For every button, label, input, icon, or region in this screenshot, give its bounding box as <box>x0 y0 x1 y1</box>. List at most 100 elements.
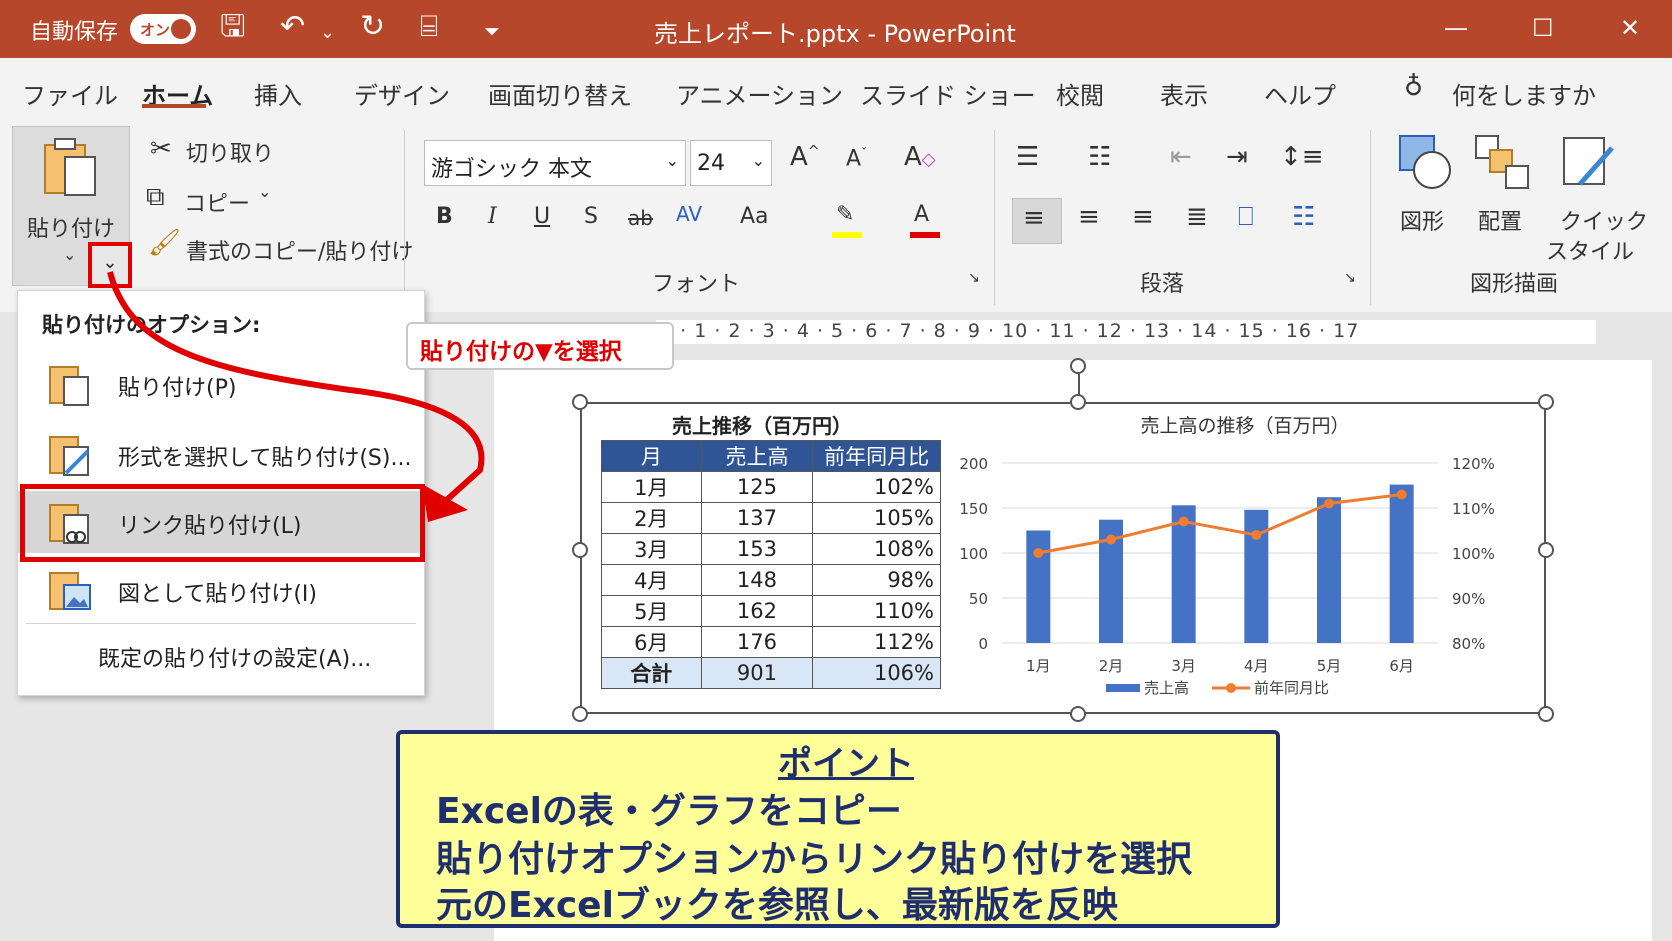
tab-transitions[interactable]: 画面切り替え <box>488 76 632 111</box>
align-right-icon[interactable]: ≡ <box>1132 202 1154 232</box>
autosave-toggle-label: オン <box>140 21 171 39</box>
close-icon[interactable]: ✕ <box>1620 14 1640 42</box>
chevron-down-icon: ⌄ <box>63 245 77 264</box>
copy-button[interactable]: コピー <box>184 186 250 218</box>
bold-icon[interactable]: B <box>436 204 453 229</box>
strikethrough-icon[interactable]: ab <box>628 206 653 230</box>
decrease-indent-icon[interactable]: ⇤ <box>1170 142 1192 172</box>
rotate-handle[interactable] <box>1070 358 1086 374</box>
resize-handle[interactable] <box>1538 706 1554 722</box>
font-size-value: 24 <box>697 151 725 176</box>
table-cell: 5月 <box>601 595 702 627</box>
y2-axis-tick-label: 120% <box>1452 455 1495 473</box>
line-spacing-icon[interactable]: ↕≡ <box>1280 142 1324 172</box>
scissors-icon[interactable]: ✂ <box>150 134 172 164</box>
underline-icon[interactable]: U <box>534 204 550 229</box>
maximize-icon[interactable]: ☐ <box>1532 14 1554 42</box>
customize-qat-icon[interactable]: ⏷ <box>484 14 500 48</box>
redo-icon[interactable]: ↻ <box>360 10 385 44</box>
paste-label: 貼り付け <box>27 217 116 242</box>
format-painter-button[interactable]: 書式のコピー/貼り付け <box>186 234 413 266</box>
present-icon[interactable]: ⌸ <box>420 10 438 44</box>
undo-icon[interactable]: ↶ <box>280 10 305 44</box>
highlight-color-icon[interactable]: ✎ <box>836 202 854 227</box>
font-name-value: 游ゴシック 本文 <box>431 157 592 182</box>
resize-handle[interactable] <box>1538 394 1554 410</box>
resize-handle[interactable] <box>1070 706 1086 722</box>
quick-style-label-1: クイック <box>1560 210 1649 235</box>
tab-design[interactable]: デザイン <box>354 76 450 111</box>
table-row: 5月 162 110% <box>601 595 941 627</box>
sales-chart[interactable]: 売上高の推移（百万円） 0 50 100 150 200 80% 90% 100% 110% 12… <box>950 408 1540 708</box>
x-axis-tick-label: 6月 <box>1389 657 1414 675</box>
tab-slideshow[interactable]: スライド ショー <box>860 76 1036 111</box>
arrange-icon[interactable] <box>1474 134 1532 192</box>
copy-dropdown-icon[interactable]: ⌄ <box>258 182 271 201</box>
text-direction-icon[interactable]: ⎕ <box>1238 202 1254 233</box>
y2-axis-tick-label: 100% <box>1452 545 1495 563</box>
tab-help[interactable]: ヘルプ <box>1264 76 1336 111</box>
chart-line-point <box>1251 530 1262 540</box>
chart-title: 売上高の推移（百万円） <box>1140 415 1349 437</box>
undo-dropdown-icon[interactable]: ⌄ <box>320 16 335 50</box>
rotate-handle-stem <box>1078 374 1080 396</box>
resize-handle[interactable] <box>572 706 588 722</box>
font-size-select[interactable]: 24 ⌄ <box>690 140 772 186</box>
table-cell: 125 <box>700 471 814 503</box>
table-cell: 176 <box>700 626 814 658</box>
cut-button[interactable]: 切り取り <box>186 136 274 168</box>
dialog-launcher-icon[interactable]: ↘ <box>1344 270 1356 286</box>
table-row: 3月 153 108% <box>601 533 941 565</box>
resize-handle[interactable] <box>572 542 588 558</box>
copy-icon[interactable]: ⧉ <box>146 182 165 213</box>
clear-formatting-icon[interactable]: A◇ <box>904 142 936 172</box>
minimize-icon[interactable]: — <box>1444 14 1468 42</box>
font-color-icon[interactable]: A <box>914 202 929 227</box>
sales-table[interactable]: 月 売上高 前年同月比 1月 125 102% 2月 137 105% 3月 153 108… <box>601 440 941 689</box>
chevron-down-icon: ⌄ <box>751 151 765 170</box>
tab-review[interactable]: 校閲 <box>1056 76 1104 111</box>
paste-option-picture[interactable]: 図として貼り付け(I) <box>18 559 424 621</box>
font-name-select[interactable]: 游ゴシック 本文 ⌄ <box>424 140 686 186</box>
save-icon[interactable]: 🖫 <box>220 10 246 44</box>
justify-icon[interactable]: ≣ <box>1186 202 1208 232</box>
table-cell: 112% <box>812 626 941 658</box>
align-center-icon[interactable]: ≡ <box>1078 202 1100 232</box>
callout-line: Excelの表・グラフをコピー <box>436 791 902 832</box>
callout-line: 貼り付けオプションからリンク貼り付けを選択 <box>436 839 1193 880</box>
autosave-label: 自動保存 <box>30 20 119 45</box>
resize-handle[interactable] <box>572 394 588 410</box>
ribbon-separator <box>1370 130 1371 305</box>
y2-axis-tick-label: 80% <box>1452 635 1485 653</box>
numbering-icon[interactable]: ☷ <box>1088 142 1111 172</box>
dialog-launcher-icon[interactable]: ↘ <box>968 270 980 286</box>
highlight-color-bar <box>832 232 862 238</box>
autosave-toggle[interactable]: オン <box>130 14 196 44</box>
table-cell: 105% <box>812 502 941 534</box>
table-cell: 合計 <box>601 657 702 689</box>
align-left-button[interactable]: ≡ <box>1012 198 1062 244</box>
text-shadow-icon[interactable]: S <box>584 204 598 229</box>
columns-icon[interactable]: ☷ <box>1292 202 1315 232</box>
italic-icon[interactable]: I <box>488 204 497 229</box>
bullets-icon[interactable]: ☰ <box>1016 142 1039 172</box>
shrink-font-icon[interactable]: Aˇ <box>846 146 867 171</box>
resize-handle[interactable] <box>1538 542 1554 558</box>
tab-animations[interactable]: アニメーション <box>676 76 843 111</box>
default-paste-settings[interactable]: 既定の貼り付けの設定(A)... <box>98 641 371 673</box>
tab-view[interactable]: 表示 <box>1160 76 1208 111</box>
table-cell: 901 <box>700 657 814 689</box>
tab-file[interactable]: ファイル <box>22 76 118 111</box>
increase-indent-icon[interactable]: ⇥ <box>1226 142 1248 172</box>
grow-font-icon[interactable]: A^ <box>790 142 820 172</box>
character-spacing-icon[interactable]: AV <box>676 202 702 226</box>
format-painter-icon[interactable]: 🖌 <box>148 228 181 258</box>
tell-me-search[interactable]: 何をしますか <box>1452 76 1596 111</box>
tab-insert[interactable]: 挿入 <box>254 76 302 111</box>
table-header-cell: 前年同月比 <box>812 440 941 472</box>
shapes-icon[interactable] <box>1398 134 1456 192</box>
chevron-down-icon: ⌄ <box>665 151 679 170</box>
table-header-cell: 月 <box>601 440 702 472</box>
change-case-icon[interactable]: Aa <box>740 204 769 229</box>
quick-styles-icon[interactable] <box>1560 134 1618 192</box>
